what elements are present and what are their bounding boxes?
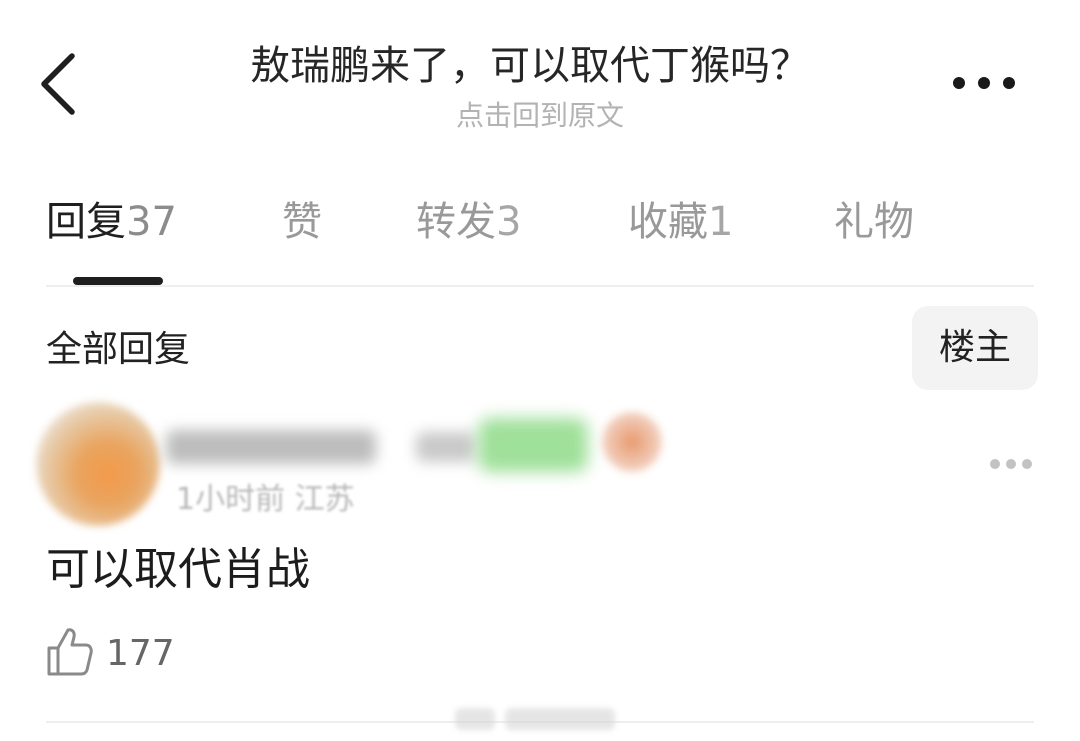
tab-likes[interactable]: 赞: [282, 194, 322, 250]
user-tag-redacted: [478, 418, 588, 472]
reply-content: 可以取代肖战: [46, 544, 310, 595]
tab-label: 回复: [46, 199, 126, 245]
tabs-divider: [46, 285, 1034, 287]
tab-count: 1: [708, 199, 734, 245]
tab-label: 赞: [282, 199, 322, 245]
like-count[interactable]: 177: [106, 632, 175, 676]
tab-favorites[interactable]: 收藏1: [628, 194, 733, 250]
thumbs-up-icon: [47, 628, 93, 676]
back-to-original-link[interactable]: 点击回到原文: [340, 96, 740, 136]
active-tab-indicator: [73, 277, 163, 285]
watermark: [455, 704, 625, 734]
tab-count: 3: [496, 199, 522, 245]
page-title: 敖瑞鹏来了，可以取代丁猴吗？: [250, 43, 810, 89]
like-button[interactable]: [46, 626, 94, 678]
user-badge-icon: [602, 412, 662, 472]
more-button[interactable]: [948, 66, 1022, 100]
avatar[interactable]: [36, 402, 160, 526]
reply-meta: 1小时前 江苏: [176, 482, 355, 517]
tab-gifts[interactable]: 礼物: [834, 194, 914, 250]
more-horizontal-icon: [990, 459, 1032, 469]
tab-label: 转发: [416, 199, 496, 245]
tab-reposts[interactable]: 转发3: [416, 194, 521, 250]
username-redacted[interactable]: [166, 420, 666, 474]
back-button[interactable]: [30, 48, 90, 118]
reply-more-button[interactable]: [988, 452, 1034, 476]
tab-replies[interactable]: 回复37: [46, 194, 177, 250]
op-filter-button[interactable]: 楼主: [912, 306, 1038, 390]
more-horizontal-icon: [953, 77, 1015, 89]
chevron-left-icon: [41, 53, 75, 115]
tab-label: 收藏: [628, 199, 708, 245]
redacted-username-shape: [166, 430, 476, 464]
section-title: 全部回复: [46, 329, 191, 370]
tab-label: 礼物: [834, 199, 914, 245]
tab-count: 37: [126, 199, 177, 245]
